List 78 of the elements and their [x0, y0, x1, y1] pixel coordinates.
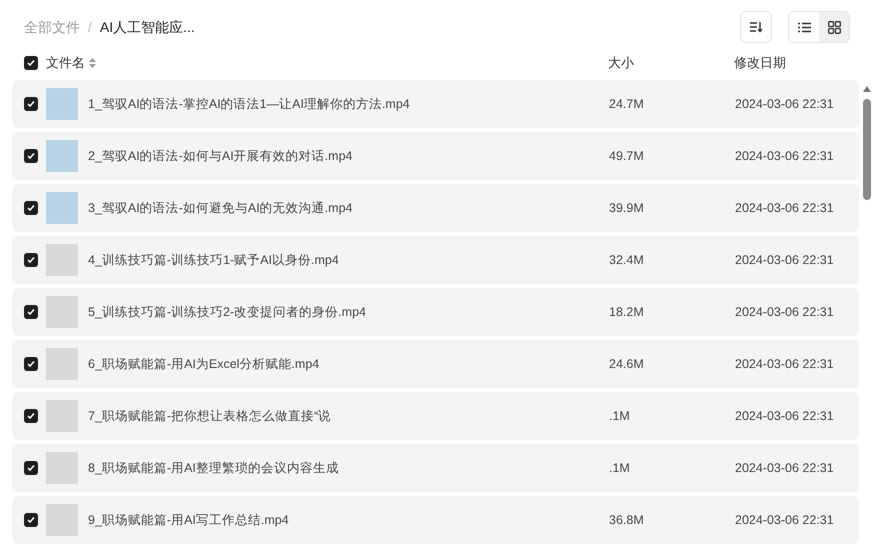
list-icon	[798, 22, 810, 32]
thumbnail-placeholder	[46, 88, 78, 120]
checkmark-icon	[27, 412, 35, 420]
checkmark-icon	[27, 256, 35, 264]
file-size: 24.7M	[609, 96, 645, 113]
file-name: 8_职场赋能篇-用AI整理繁琐的会议内容生成	[88, 460, 339, 477]
file-name: 6_职场赋能篇-用AI为Excel分析赋能.mp4	[88, 356, 320, 373]
thumbnail-placeholder	[46, 348, 78, 380]
select-all-checkbox[interactable]	[24, 56, 38, 70]
file-size: 32.4M	[609, 252, 645, 269]
file-row[interactable]: 9_职场赋能篇-用AI写工作总结.mp4 36.8M 2024-03-06 22:31	[12, 496, 859, 544]
modified-date: 2024-03-06 22:31	[735, 512, 835, 529]
modified-date: 2024-03-06 22:31	[735, 200, 835, 217]
thumbnail-placeholder	[46, 504, 78, 536]
row-checkbox[interactable]	[24, 461, 38, 475]
row-checkbox[interactable]	[24, 253, 38, 267]
modified-date: 2024-03-06 22:31	[735, 252, 835, 269]
checkmark-icon	[27, 360, 35, 368]
column-header: 文件名	[46, 54, 85, 72]
modified-date: 2024-03-06 22:31	[735, 148, 835, 165]
checkmark-icon	[27, 152, 35, 160]
checkmark-icon	[27, 516, 35, 524]
file-row[interactable]: 3_驾驭AI的语法-如何避免与AI的无效沟通.mp4 39.9M 2024-03-06 22:31	[12, 184, 859, 232]
file-size: 39.9M	[609, 200, 645, 217]
row-checkbox[interactable]	[24, 513, 38, 527]
file-name: 1_驾驭AI的语法-掌控AI的语法1—让AI理解你的方法.mp4	[88, 96, 410, 113]
modified-date: 2024-03-06 22:31	[735, 96, 835, 113]
file-size: 24.6M	[609, 356, 645, 373]
thumbnail-placeholder	[46, 452, 78, 484]
file-name: 5_训练技巧篇-训练技巧2-改变提问者的身份.mp4	[88, 304, 366, 321]
file-size: 49.7M	[609, 148, 645, 165]
row-checkbox[interactable]	[24, 149, 38, 163]
checkmark-icon	[27, 464, 35, 472]
modified-date: 2024-03-06 22:31	[735, 356, 835, 373]
file-row[interactable]: 5_训练技巧篇-训练技巧2-改变提问者的身份.mp4 18.2M 2024-03-06 22:31	[12, 288, 859, 336]
checkmark-icon	[27, 204, 35, 212]
thumbnail-placeholder	[46, 244, 78, 276]
file-row[interactable]: 8_职场赋能篇-用AI整理繁琐的会议内容生成 .1M 2024-03-06 22:31	[12, 444, 859, 492]
breadcrumb-separator: /	[88, 18, 92, 36]
file-row[interactable]: 7_职场赋能篇-把你想让表格怎么做直接“说 .1M 2024-03-06 22:31	[12, 392, 859, 440]
grid-view-button[interactable]	[819, 12, 849, 42]
column-header: 修改日期	[734, 54, 787, 72]
file-name: 4_训练技巧篇-训练技巧1-赋予AI以身份.mp4	[88, 252, 339, 269]
file-name: 3_驾驭AI的语法-如何避免与AI的无效沟通.mp4	[88, 200, 352, 217]
file-name: 2_驾驭AI的语法-如何与AI开展有效的对话.mp4	[88, 148, 352, 165]
thumbnail-placeholder	[46, 400, 78, 432]
thumbnail-placeholder	[46, 296, 78, 328]
modified-date: 2024-03-06 22:31	[735, 460, 835, 477]
grid-icon	[828, 20, 840, 34]
checkmark-icon	[27, 308, 35, 316]
file-name: 7_职场赋能篇-把你想让表格怎么做直接“说	[88, 408, 332, 425]
modified-date: 2024-03-06 22:31	[735, 304, 835, 321]
file-name: 9_职场赋能篇-用AI写工作总结.mp4	[88, 512, 289, 529]
file-size: 36.8M	[609, 512, 645, 529]
sort-icon	[749, 21, 763, 33]
file-row[interactable]: 1_驾驭AI的语法-掌控AI的语法1—让AI理解你的方法.mp4 24.7M 2024-03-06 22:31	[12, 80, 859, 128]
file-row[interactable]: 4_训练技巧篇-训练技巧1-赋予AI以身份.mp4 32.4M 2024-03-06 22:31	[12, 236, 859, 284]
checkmark-icon	[27, 100, 35, 108]
row-checkbox[interactable]	[24, 357, 38, 371]
sort-toggle-icon	[89, 58, 96, 68]
file-size: .1M	[609, 460, 631, 477]
scroll-up-icon[interactable]	[862, 86, 870, 92]
checkmark-icon	[27, 59, 35, 67]
file-size: 18.2M	[609, 304, 645, 321]
thumbnail-placeholder	[46, 140, 78, 172]
thumbnail-placeholder	[46, 192, 78, 224]
file-row[interactable]: 6_职场赋能篇-用AI为Excel分析赋能.mp4 24.6M 2024-03-06 22:31	[12, 340, 859, 388]
file-size: .1M	[609, 408, 631, 425]
row-checkbox[interactable]	[24, 409, 38, 423]
breadcrumb-item[interactable]: AI人工智能应...	[100, 16, 195, 38]
modified-date: 2024-03-06 22:31	[735, 408, 835, 425]
row-checkbox[interactable]	[24, 97, 38, 111]
scrollbar-thumb[interactable]	[862, 99, 870, 200]
column-header: 大小	[608, 54, 635, 72]
row-checkbox[interactable]	[24, 201, 38, 215]
file-row[interactable]: 2_驾驭AI的语法-如何与AI开展有效的对话.mp4 49.7M 2024-03-06 22:31	[12, 132, 859, 180]
row-checkbox[interactable]	[24, 305, 38, 319]
sort-button[interactable]	[740, 11, 772, 43]
